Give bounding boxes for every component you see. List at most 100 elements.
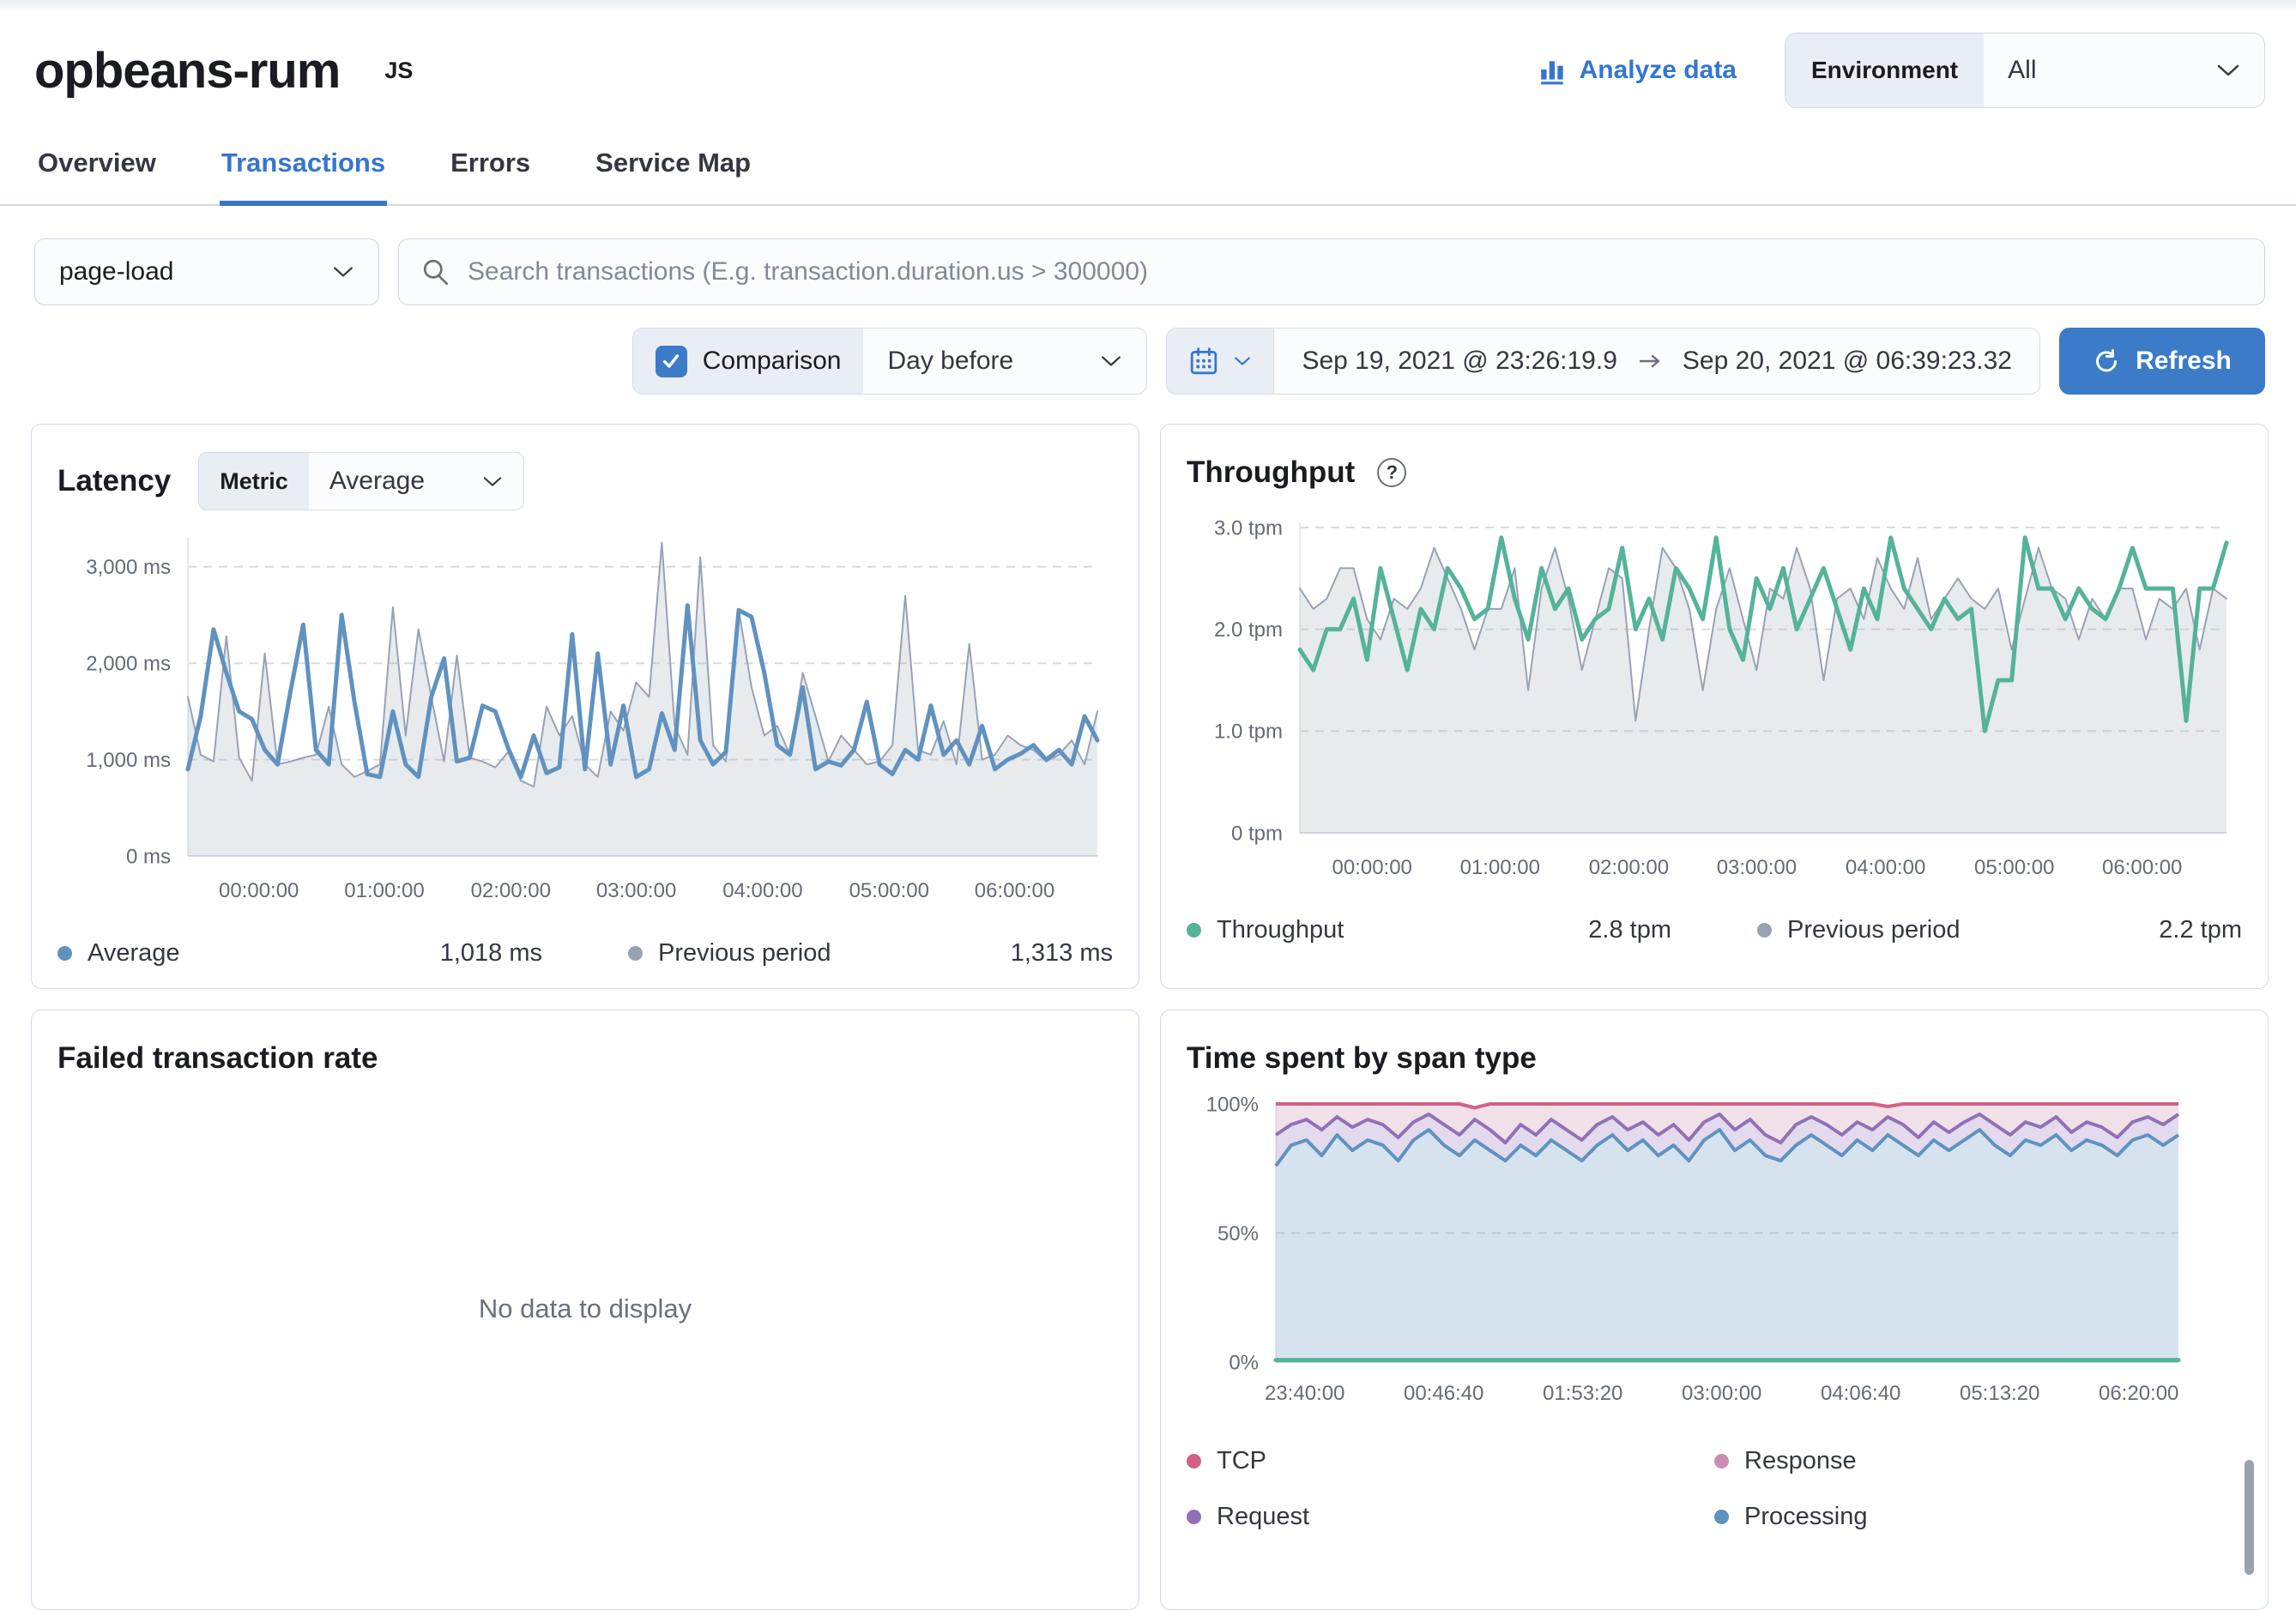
calendar-icon (1189, 347, 1218, 376)
check-icon (661, 351, 681, 371)
throughput-chart[interactable]: 3.0 tpm2.0 tpm1.0 tpm0 tpm00:00:0001:00:… (1187, 502, 2242, 890)
svg-text:3.0 tpm: 3.0 tpm (1214, 516, 1283, 540)
tab-overview[interactable]: Overview (36, 134, 158, 204)
svg-text:02:00:00: 02:00:00 (471, 879, 551, 902)
svg-text:3,000 ms: 3,000 ms (86, 556, 171, 579)
chevron-down-icon (2216, 63, 2240, 78)
legend-item[interactable]: Throughput 2.8 tpm (1187, 916, 1757, 944)
legend-dot (1187, 1454, 1201, 1468)
top-shadow-strip (0, 0, 2296, 12)
quick-select-menu[interactable] (1167, 329, 1274, 394)
legend-item[interactable]: Average 1,018 ms (57, 939, 628, 968)
service-tabs: Overview Transactions Errors Service Map (0, 134, 2296, 206)
svg-text:23:40:00: 23:40:00 (1265, 1382, 1344, 1405)
agent-js-badge: JS (384, 57, 413, 84)
date-start[interactable]: Sep 19, 2021 @ 23:26:19.9 (1302, 347, 1616, 376)
throughput-panel: Throughput ? 3.0 tpm2.0 tpm1.0 tpm0 tpm0… (1160, 424, 2269, 989)
throughput-legend: Throughput 2.8 tpm Previous period 2.2 t… (1187, 916, 2242, 944)
svg-text:2.0 tpm: 2.0 tpm (1214, 618, 1283, 642)
no-data-message: No data to display (32, 1293, 1139, 1324)
help-icon[interactable]: ? (1377, 458, 1406, 487)
comparison-label: Comparison (703, 347, 842, 376)
svg-text:03:00:00: 03:00:00 (596, 879, 676, 902)
time-controls-row: Comparison Day before Se (34, 328, 2265, 395)
search-icon (421, 257, 450, 286)
svg-text:00:00:00: 00:00:00 (1332, 856, 1411, 879)
svg-text:2,000 ms: 2,000 ms (86, 653, 171, 676)
environment-value: All (2008, 56, 2036, 85)
timespent-chart[interactable]: 100% 50% 0% 23:40:00 00:46:40 01:53:20 03:00:0… (1187, 1088, 2242, 1416)
svg-text:04:00:00: 04:00:00 (1846, 856, 1925, 879)
svg-text:0 ms: 0 ms (126, 845, 171, 868)
latency-legend: Average 1,018 ms Previous period 1,313 m… (57, 939, 1113, 968)
svg-text:03:00:00: 03:00:00 (1682, 1382, 1761, 1405)
date-range-picker: Sep 19, 2021 @ 23:26:19.9 Sep 20, 2021 @… (1166, 328, 2040, 395)
comparison-checkbox[interactable] (656, 346, 687, 377)
chevron-down-icon (482, 475, 503, 488)
legend-item[interactable]: Previous period 1,313 ms (628, 939, 1113, 968)
service-header: opbeans-rum JS Analyze data Environment … (0, 12, 2296, 108)
legend-item[interactable]: Processing (1714, 1503, 2242, 1531)
legend-dot (628, 946, 643, 961)
svg-text:00:00:00: 00:00:00 (219, 879, 299, 902)
latency-title: Latency (57, 464, 171, 498)
latency-chart[interactable]: 3,000 ms 2,000 ms 1,000 ms 0 ms 00:00:00 01:0… (57, 519, 1113, 914)
latency-metric-select[interactable]: Metric Average (198, 452, 524, 510)
legend-dot (1714, 1510, 1729, 1524)
legend-scrollbar[interactable] (2245, 1460, 2254, 1575)
svg-text:06:00:00: 06:00:00 (975, 879, 1054, 902)
svg-text:02:00:00: 02:00:00 (1589, 856, 1669, 879)
environment-select[interactable]: Environment All (1785, 33, 2265, 108)
legend-dot (1187, 1510, 1201, 1524)
svg-text:1.0 tpm: 1.0 tpm (1214, 721, 1283, 744)
transaction-type-select[interactable]: page-load (34, 238, 379, 305)
svg-text:01:53:20: 01:53:20 (1543, 1382, 1622, 1405)
transaction-search[interactable] (398, 238, 2265, 305)
search-input[interactable] (468, 257, 2242, 286)
svg-text:05:00:00: 05:00:00 (849, 879, 929, 902)
legend-dot (1714, 1454, 1729, 1468)
legend-item[interactable]: Request (1187, 1503, 1714, 1531)
latency-panel: Latency Metric Average 3,000 ms 2,000 ms 1… (31, 424, 1139, 989)
date-end[interactable]: Sep 20, 2021 @ 06:39:23.32 (1683, 347, 2012, 376)
legend-dot (1757, 923, 1772, 938)
timespent-title: Time spent by span type (1187, 1041, 1537, 1076)
page-title: opbeans-rum (34, 42, 340, 99)
charts-grid: Latency Metric Average 3,000 ms 2,000 ms 1… (31, 424, 2265, 1610)
timespent-legend: TCP Response Request Processing (1187, 1447, 2242, 1531)
svg-text:05:13:20: 05:13:20 (1960, 1382, 2039, 1405)
svg-text:04:00:00: 04:00:00 (722, 879, 802, 902)
svg-text:50%: 50% (1217, 1222, 1259, 1245)
tab-service-map[interactable]: Service Map (594, 134, 752, 204)
chevron-down-icon (1234, 355, 1251, 367)
svg-text:06:20:00: 06:20:00 (2099, 1382, 2178, 1405)
comparison-control: Comparison Day before (632, 328, 1148, 395)
svg-text:01:00:00: 01:00:00 (344, 879, 424, 902)
legend-dot (1187, 923, 1201, 938)
chevron-down-icon (332, 265, 354, 279)
svg-text:05:00:00: 05:00:00 (1974, 856, 2054, 879)
svg-text:04:06:40: 04:06:40 (1821, 1382, 1900, 1405)
tab-transactions[interactable]: Transactions (220, 134, 387, 204)
refresh-icon (2093, 347, 2120, 375)
timespent-panel: Time spent by span type 100% 50% 0% 23:40:0… (1160, 1010, 2269, 1610)
legend-item[interactable]: Response (1714, 1447, 2242, 1475)
legend-dot (57, 946, 72, 961)
comparison-period-select[interactable]: Day before (863, 329, 1146, 394)
tab-errors[interactable]: Errors (449, 134, 532, 204)
legend-item[interactable]: Previous period 2.2 tpm (1757, 916, 2242, 944)
failed-rate-panel: Failed transaction rate No data to displ… (31, 1010, 1139, 1610)
svg-text:0%: 0% (1229, 1351, 1259, 1374)
environment-label: Environment (1785, 33, 1984, 107)
svg-text:100%: 100% (1206, 1093, 1259, 1116)
legend-item[interactable]: TCP (1187, 1447, 1714, 1475)
chevron-down-icon (1100, 354, 1122, 368)
svg-text:00:46:40: 00:46:40 (1404, 1382, 1483, 1405)
analyze-data-link[interactable]: Analyze data (1538, 56, 1737, 85)
svg-text:0 tpm: 0 tpm (1231, 822, 1283, 845)
svg-text:1,000 ms: 1,000 ms (86, 749, 171, 772)
failed-rate-title: Failed transaction rate (57, 1041, 378, 1076)
refresh-button[interactable]: Refresh (2059, 328, 2265, 395)
arrow-right-icon (1638, 353, 1662, 370)
filter-bar: page-load (34, 238, 2265, 305)
